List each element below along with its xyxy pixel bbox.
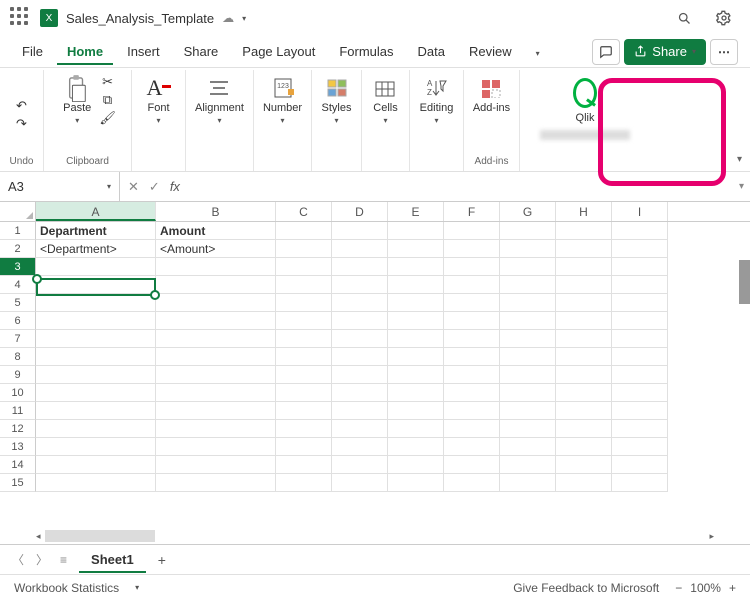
qlik-addin-subtitle-redacted [540, 130, 630, 140]
col-header-E[interactable]: E [388, 202, 444, 221]
sync-status-icon[interactable]: ☁ [222, 11, 234, 25]
cell-B2[interactable]: <Amount> [156, 240, 276, 258]
addins-icon [479, 76, 503, 100]
doc-menu-caret-icon[interactable]: ▾ [242, 14, 246, 23]
search-icon[interactable] [677, 11, 692, 26]
share-button-label: Share [652, 44, 687, 59]
svg-text:123: 123 [277, 83, 289, 90]
tab-data[interactable]: Data [408, 38, 455, 65]
sheet-nav-prev-icon[interactable]: 〈 [12, 551, 24, 568]
number-icon: 123 [271, 76, 295, 100]
row-header-3[interactable]: 3 [0, 258, 36, 276]
document-name[interactable]: Sales_Analysis_Template [66, 11, 214, 26]
cells-button[interactable]: Cells▾ [369, 74, 401, 127]
gear-icon[interactable] [716, 10, 732, 26]
styles-icon [325, 76, 349, 100]
styles-button[interactable]: Styles▾ [318, 74, 356, 127]
select-all-corner[interactable] [0, 202, 36, 221]
tab-file[interactable]: File [12, 38, 53, 65]
fx-icon[interactable]: fx [170, 179, 180, 195]
group-undo-title: Undo [10, 156, 34, 167]
formula-bar: A3 ▾ ✕ ✓ fx ▾ [0, 172, 750, 202]
feedback-link[interactable]: Give Feedback to Microsoft [513, 581, 659, 595]
tab-page-layout[interactable]: Page Layout [232, 38, 325, 65]
group-clipboard-title: Clipboard [66, 156, 109, 167]
cancel-formula-icon[interactable]: ✕ [128, 179, 139, 195]
zoom-out-button[interactable]: − [675, 581, 682, 595]
col-header-A[interactable]: A [36, 202, 156, 221]
cell-A1[interactable]: Department [36, 222, 156, 240]
col-header-G[interactable]: G [500, 202, 556, 221]
share-button[interactable]: Share ▾ [624, 39, 706, 65]
vertical-scroll-thumb[interactable] [739, 260, 750, 304]
comments-button[interactable] [592, 39, 620, 65]
svg-text:Z: Z [427, 88, 432, 97]
clipboard-icon [65, 76, 89, 100]
name-box[interactable]: A3 ▾ [0, 172, 120, 201]
redo-icon[interactable]: ↷ [16, 116, 27, 132]
app-launcher-icon[interactable] [10, 7, 32, 29]
sheet-nav-next-icon[interactable]: 〉 [36, 551, 48, 568]
selection-handle-icon[interactable] [32, 274, 42, 284]
row-header-1[interactable]: 1 [0, 222, 36, 240]
ribbon: ↶ ↷ Undo Paste ▾ ✂ ⧉ 🖌 Clipboard A Font▾ [0, 68, 750, 172]
sort-filter-icon: AZ [424, 76, 448, 100]
editing-button[interactable]: AZ Editing▾ [416, 74, 458, 127]
cell-B1[interactable]: Amount [156, 222, 276, 240]
col-header-B[interactable]: B [156, 202, 276, 221]
font-button[interactable]: A Font▾ [143, 74, 175, 127]
sheet-tab-bar: 〈 〉 ≡ Sheet1 + [0, 544, 750, 574]
column-headers: A B C D E F G H I [0, 202, 750, 222]
tab-formulas[interactable]: Formulas [329, 38, 403, 65]
tab-share-tab[interactable]: Share [174, 38, 229, 65]
alignment-button[interactable]: Alignment▾ [191, 74, 248, 127]
qlik-addin-button[interactable]: Qlik [536, 74, 634, 142]
formula-bar-expand-icon[interactable]: ▾ [739, 181, 744, 192]
add-sheet-button[interactable]: + [158, 552, 166, 568]
cell-A3[interactable] [36, 258, 156, 276]
undo-icon[interactable]: ↶ [16, 98, 27, 114]
more-options-button[interactable]: ⋯ [710, 39, 738, 65]
addins-button[interactable]: Add-ins [469, 74, 514, 116]
cut-icon[interactable]: ✂ [102, 74, 113, 90]
number-button[interactable]: 123 Number▾ [259, 74, 306, 127]
zoom-level[interactable]: 100% [690, 581, 721, 595]
selection-handle-icon[interactable] [150, 290, 160, 300]
all-sheets-icon[interactable]: ≡ [60, 553, 67, 567]
copy-icon[interactable]: ⧉ [103, 92, 112, 108]
sheet-tab-sheet1[interactable]: Sheet1 [79, 546, 146, 573]
col-header-I[interactable]: I [612, 202, 668, 221]
tab-insert[interactable]: Insert [117, 38, 170, 65]
ribbon-tabs: File Home Insert Share Page Layout Formu… [0, 36, 750, 68]
tab-home[interactable]: Home [57, 38, 113, 65]
alignment-icon [207, 76, 231, 100]
status-menu-caret-icon[interactable]: ▾ [135, 583, 139, 592]
workbook-stats-button[interactable]: Workbook Statistics [14, 581, 119, 595]
paste-button[interactable]: Paste ▾ [59, 74, 95, 127]
col-header-H[interactable]: H [556, 202, 612, 221]
cells-icon [373, 76, 397, 100]
title-bar: X Sales_Analysis_Template ☁ ▾ [0, 0, 750, 36]
font-icon: A [147, 76, 171, 100]
col-header-F[interactable]: F [444, 202, 500, 221]
horizontal-scrollbar[interactable]: ◂ ▸ [0, 528, 750, 544]
active-cell-selection [36, 278, 156, 296]
cell-A2[interactable]: <Department> [36, 240, 156, 258]
svg-text:A: A [427, 79, 433, 88]
spreadsheet-grid[interactable]: A B C D E F G H I 1 Department Amount 2 … [0, 202, 750, 544]
format-painter-icon[interactable]: 🖌 [99, 110, 116, 126]
col-header-D[interactable]: D [332, 202, 388, 221]
qlik-icon [573, 76, 597, 110]
status-bar: Workbook Statistics ▾ Give Feedback to M… [0, 574, 750, 600]
tab-overflow[interactable]: ▾ [526, 38, 550, 65]
zoom-in-button[interactable]: + [729, 581, 736, 595]
horizontal-scroll-thumb[interactable] [45, 530, 155, 542]
confirm-formula-icon[interactable]: ✓ [149, 179, 160, 195]
excel-icon: X [40, 9, 58, 27]
row-header-2[interactable]: 2 [0, 240, 36, 258]
ribbon-collapse-icon[interactable]: ▾ [737, 154, 742, 165]
tab-review[interactable]: Review [459, 38, 522, 65]
group-addins-title: Add-ins [475, 156, 509, 167]
col-header-C[interactable]: C [276, 202, 332, 221]
